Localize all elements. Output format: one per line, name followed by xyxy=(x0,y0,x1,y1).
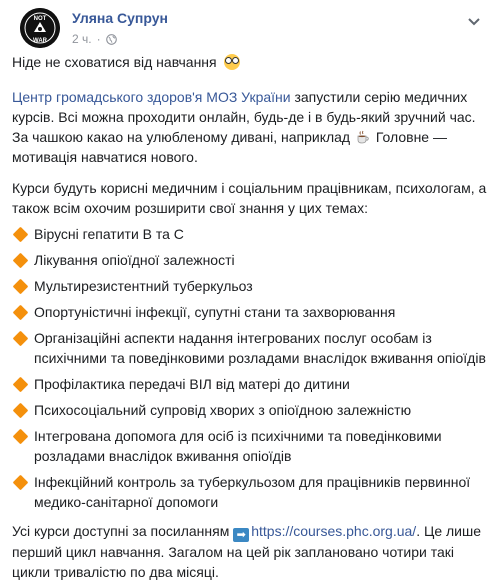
topic-text: Лікування опіоїдної залежності xyxy=(34,252,235,268)
avatar-logo: NOT WAR xyxy=(20,8,60,48)
avatar[interactable]: NOT WAR xyxy=(20,8,60,48)
topic-item: Опортуністичні інфекції, супутні стани т… xyxy=(12,302,490,322)
hot-beverage-emoji-icon xyxy=(357,130,369,144)
post-options-button[interactable] xyxy=(464,12,484,32)
topic-item: Профілактика передачі ВІЛ від матері до … xyxy=(12,374,490,394)
topics-list: Вірусні гепатити В та С Лікування опіоїд… xyxy=(12,224,490,512)
orange-diamond-icon xyxy=(12,278,29,295)
orange-diamond-icon xyxy=(12,304,29,321)
topic-text: Опортуністичні інфекції, супутні стани т… xyxy=(34,304,396,320)
author-name[interactable]: Уляна Супрун xyxy=(72,10,168,26)
intro-text: Ніде не сховатися від навчання xyxy=(12,54,217,70)
post-intro: Ніде не сховатися від навчання xyxy=(12,52,490,72)
topic-item: Організаційні аспекти надання інтегрован… xyxy=(12,328,490,368)
topic-text: Профілактика передачі ВІЛ від матері до … xyxy=(34,376,350,392)
post-paragraph-courses: Центр громадського здоров'я МОЗ України … xyxy=(12,87,490,167)
orange-diamond-icon xyxy=(12,330,29,347)
post-timestamp[interactable]: 2 ч. xyxy=(72,32,92,46)
globe-icon[interactable] xyxy=(105,33,117,45)
orange-diamond-icon xyxy=(12,402,29,419)
post-meta: 2 ч. · xyxy=(72,32,117,46)
post-body: Ніде не сховатися від навчання Центр гро… xyxy=(12,52,490,582)
topic-text: Психосоціальний супровід хворих з опіоїд… xyxy=(34,402,412,418)
topic-item: Інтегрована допомога для осіб із психічн… xyxy=(12,426,490,466)
right-arrow-emoji-icon: ➡ xyxy=(233,528,250,542)
orange-diamond-icon xyxy=(12,226,29,243)
courses-link[interactable]: https://courses.phc.org.ua/ xyxy=(251,523,416,539)
orange-diamond-icon xyxy=(12,474,29,491)
topic-item: Інфекційний контроль за туберкульозом дл… xyxy=(12,472,490,512)
meta-separator: · xyxy=(96,32,101,46)
topic-text: Організаційні аспекти надання інтегрован… xyxy=(34,330,486,366)
link-intro-text: Усі курси доступні за посиланням xyxy=(12,523,234,539)
post-paragraph-audience: Курси будуть корисні медичним і соціальн… xyxy=(12,180,487,216)
topic-item: Лікування опіоїдної залежності xyxy=(12,250,490,270)
topic-item: Вірусні гепатити В та С xyxy=(12,224,490,244)
chevron-down-icon xyxy=(468,18,480,26)
post-paragraph-link: Усі курси доступні за посиланням ➡ https:… xyxy=(12,521,490,582)
avatar-text-bottom: WAR xyxy=(33,38,48,44)
mention-link-phc[interactable]: Центр громадського здоров'я МОЗ України xyxy=(12,89,291,105)
facebook-post: NOT WAR Уляна Супрун 2 ч. · Ніде не схов… xyxy=(0,0,502,580)
topic-item: Психосоціальний супровід хворих з опіоїд… xyxy=(12,400,490,420)
orange-diamond-icon xyxy=(12,428,29,445)
orange-diamond-icon xyxy=(12,252,29,269)
topic-text: Вірусні гепатити В та С xyxy=(34,226,184,242)
topic-item: Мультирезистентний туберкульоз xyxy=(12,276,490,296)
nerd-face-emoji-icon xyxy=(223,54,240,70)
topic-text: Інфекційний контроль за туберкульозом дл… xyxy=(34,474,471,510)
avatar-text-top: NOT xyxy=(34,16,47,22)
orange-diamond-icon xyxy=(12,376,29,393)
topic-text: Мультирезистентний туберкульоз xyxy=(34,278,253,294)
topic-text: Інтегрована допомога для осіб із психічн… xyxy=(34,428,442,464)
post-header: NOT WAR Уляна Супрун 2 ч. · xyxy=(12,0,490,52)
